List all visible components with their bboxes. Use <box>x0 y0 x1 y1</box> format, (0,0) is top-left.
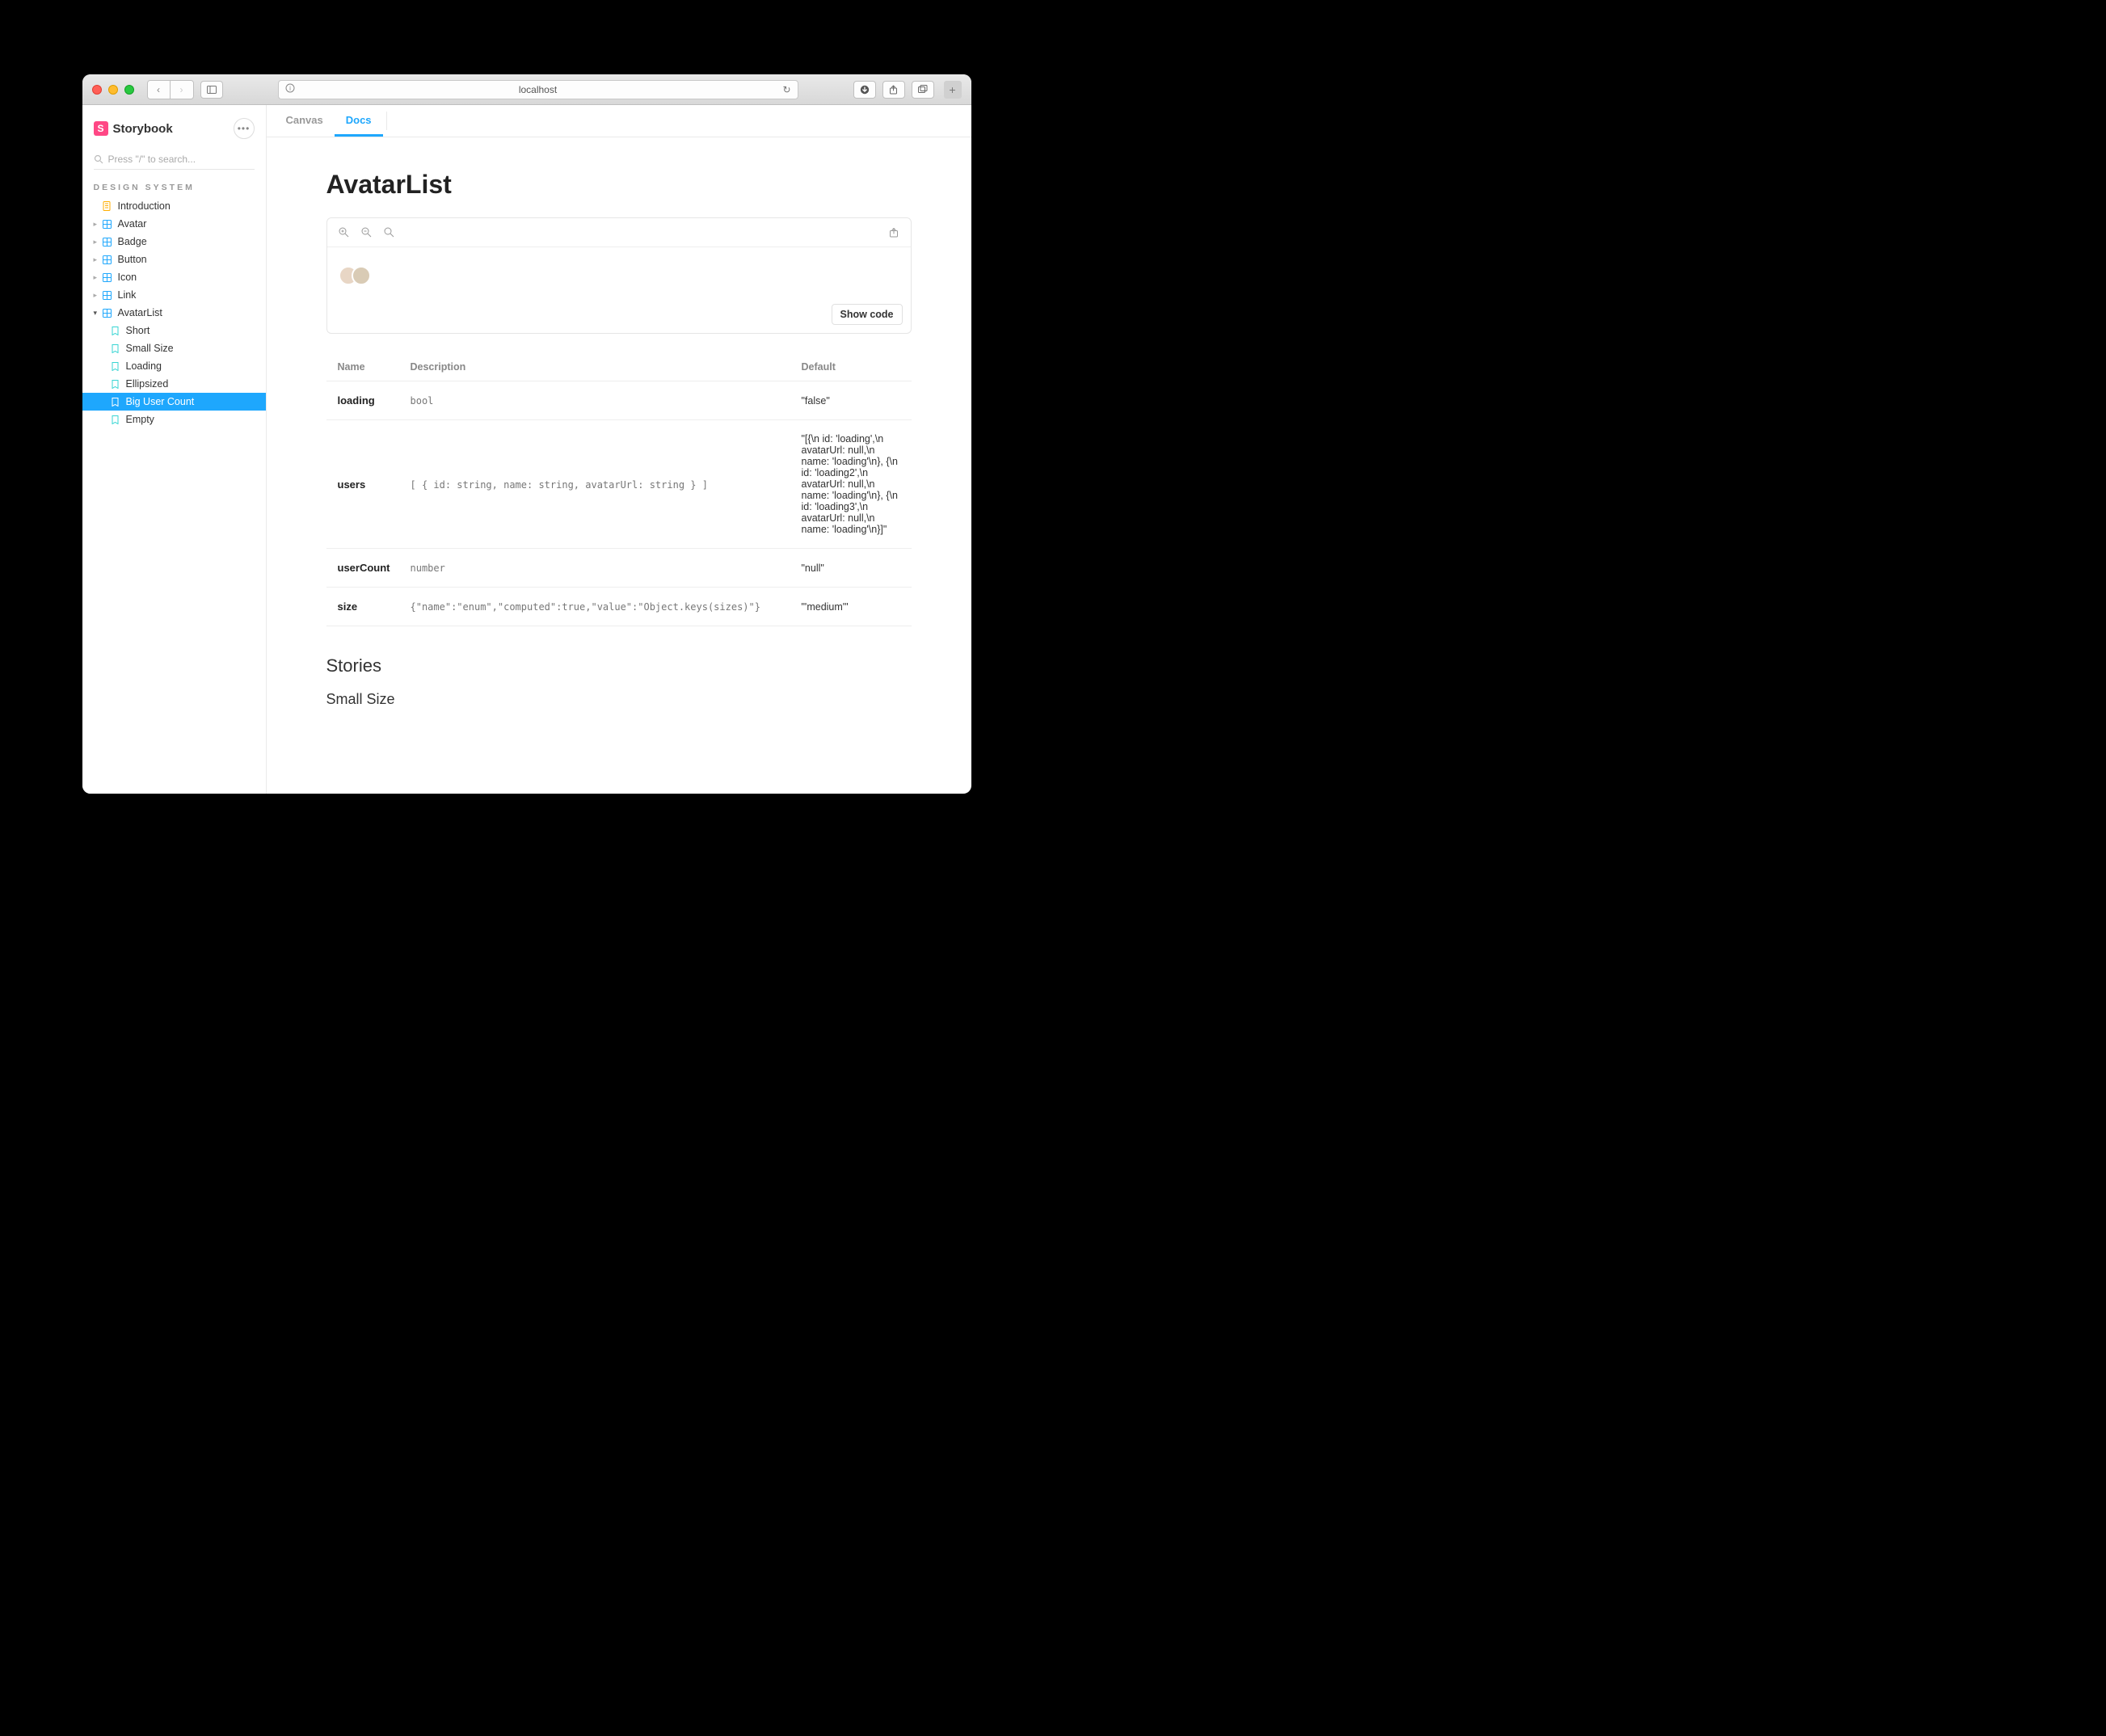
tab-separator <box>386 112 387 130</box>
component-icon <box>102 218 113 230</box>
sidebar-header: S Storybook ••• <box>82 113 266 149</box>
nav-item-introduction[interactable]: Introduction <box>82 197 266 215</box>
browser-toolbar: ‹ › i localhost ↻ + <box>82 74 971 105</box>
story-icon <box>110 325 121 336</box>
preview-footer: Show code <box>327 299 911 333</box>
table-row: userCount number "null" <box>326 549 912 588</box>
brand-text: Storybook <box>113 122 173 136</box>
site-info-icon: i <box>285 83 295 95</box>
nav-story-loading[interactable]: Loading <box>82 357 266 375</box>
main-panel: Canvas Docs AvatarList <box>267 105 971 794</box>
story-icon <box>110 396 121 407</box>
svg-text:i: i <box>289 85 291 92</box>
nav-buttons: ‹ › <box>147 80 194 99</box>
nav-story-small-size[interactable]: Small Size <box>82 339 266 357</box>
component-icon <box>102 272 113 283</box>
col-name: Name <box>326 353 399 381</box>
nav-story-empty[interactable]: Empty <box>82 411 266 428</box>
docs-content[interactable]: AvatarList <box>267 137 971 794</box>
nav-story-ellipsized[interactable]: Ellipsized <box>82 375 266 393</box>
sidebar-menu-button[interactable]: ••• <box>234 118 255 139</box>
search-icon <box>94 154 103 164</box>
address-text: localhost <box>519 84 557 95</box>
table-row: size {"name":"enum","computed":true,"val… <box>326 588 912 626</box>
window-minimize-button[interactable] <box>108 85 118 95</box>
col-description: Description <box>399 353 790 381</box>
storybook-app: S Storybook ••• Press "/" to search... D… <box>82 105 971 794</box>
view-tabs: Canvas Docs <box>267 105 971 137</box>
nav-item-avatar[interactable]: ▸ Avatar <box>82 215 266 233</box>
new-tab-button[interactable]: + <box>944 81 962 99</box>
section-label: DESIGN SYSTEM <box>82 179 266 197</box>
tabs-button[interactable] <box>912 81 934 99</box>
story-icon <box>110 343 121 354</box>
caret-down-icon: ▾ <box>94 309 100 318</box>
stories-heading: Stories <box>326 655 912 676</box>
component-icon <box>102 254 113 265</box>
reload-icon[interactable]: ↻ <box>782 84 790 95</box>
zoom-reset-icon[interactable] <box>384 227 395 238</box>
sidebar-toggle-button[interactable] <box>200 81 223 99</box>
sidebar: S Storybook ••• Press "/" to search... D… <box>82 105 267 794</box>
props-table: Name Description Default loading bool "f… <box>326 353 912 626</box>
table-header-row: Name Description Default <box>326 353 912 381</box>
story-icon <box>110 414 121 425</box>
back-button[interactable]: ‹ <box>148 81 171 99</box>
caret-icon: ▸ <box>94 255 100 264</box>
zoom-out-icon[interactable] <box>361 227 373 238</box>
show-code-button[interactable]: Show code <box>832 304 903 325</box>
story-icon <box>110 360 121 372</box>
nav-item-link[interactable]: ▸ Link <box>82 286 266 304</box>
page-title: AvatarList <box>326 170 912 200</box>
traffic-lights <box>92 85 134 95</box>
table-row: users [ { id: string, name: string, avat… <box>326 420 912 549</box>
caret-icon: ▸ <box>94 220 100 229</box>
caret-icon: ▸ <box>94 238 100 246</box>
downloads-button[interactable] <box>853 81 876 99</box>
component-icon <box>102 236 113 247</box>
window-maximize-button[interactable] <box>124 85 134 95</box>
nav-item-icon[interactable]: ▸ Icon <box>82 268 266 286</box>
table-row: loading bool "false" <box>326 381 912 420</box>
caret-icon: ▸ <box>94 273 100 282</box>
window-close-button[interactable] <box>92 85 102 95</box>
avatar <box>352 266 371 285</box>
story-heading-small-size: Small Size <box>326 691 912 708</box>
open-in-new-icon[interactable] <box>888 227 899 238</box>
preview-toolbar <box>327 218 911 247</box>
nav-story-big-user-count[interactable]: Big User Count <box>82 393 266 411</box>
nav-item-avatarlist[interactable]: ▾ AvatarList <box>82 304 266 322</box>
share-button[interactable] <box>882 81 905 99</box>
col-default: Default <box>790 353 912 381</box>
address-bar[interactable]: i localhost ↻ <box>278 80 798 99</box>
logo: S Storybook <box>94 121 173 136</box>
toolbar-right: + <box>853 81 962 99</box>
nav-story-short[interactable]: Short <box>82 322 266 339</box>
safari-window: ‹ › i localhost ↻ + <box>82 74 971 794</box>
tab-canvas[interactable]: Canvas <box>275 105 335 137</box>
nav-item-button[interactable]: ▸ Button <box>82 251 266 268</box>
story-icon <box>110 378 121 390</box>
preview-card: Show code <box>326 217 912 334</box>
search-placeholder: Press "/" to search... <box>108 154 196 165</box>
search-input[interactable]: Press "/" to search... <box>94 149 255 170</box>
zoom-in-icon[interactable] <box>339 227 350 238</box>
nav-tree: Introduction ▸ Avatar ▸ Badge ▸ Button <box>82 197 266 428</box>
logo-badge-icon: S <box>94 121 108 136</box>
preview-body <box>327 247 911 299</box>
component-icon <box>102 307 113 318</box>
avatar-list-preview <box>339 266 371 285</box>
component-icon <box>102 289 113 301</box>
nav-item-badge[interactable]: ▸ Badge <box>82 233 266 251</box>
tab-docs[interactable]: Docs <box>335 105 383 137</box>
forward-button[interactable]: › <box>171 81 193 99</box>
doc-icon <box>102 200 113 212</box>
caret-icon: ▸ <box>94 291 100 300</box>
